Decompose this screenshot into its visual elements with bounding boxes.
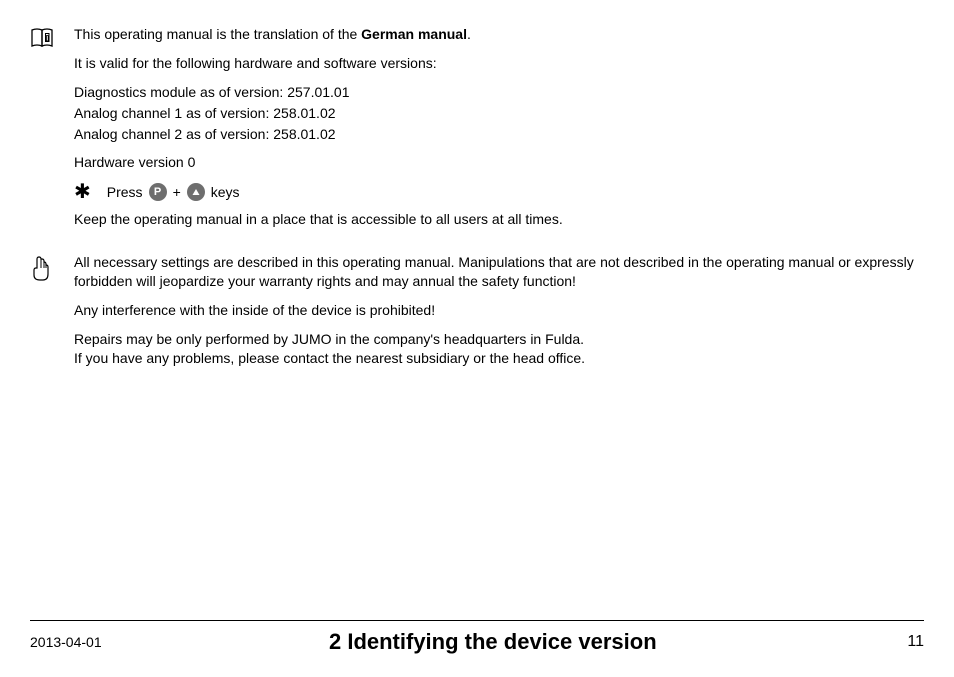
asterisk-icon: ✱ <box>74 182 91 202</box>
info-section: This operating manual is the translation… <box>30 25 924 239</box>
page-footer: 2013-04-01 2 Identifying the device vers… <box>30 620 924 657</box>
footer-date: 2013-04-01 <box>30 633 102 652</box>
up-key-icon <box>187 183 205 201</box>
page-body: This operating manual is the translation… <box>0 0 954 378</box>
interference-warning: Any interference with the inside of the … <box>74 301 924 320</box>
book-info-icon <box>30 25 74 49</box>
text: . <box>467 26 471 42</box>
info-content: This operating manual is the translation… <box>74 25 924 239</box>
press-keys-line: ✱ Press P + keys <box>74 182 924 202</box>
text: This operating manual is the translation… <box>74 26 361 42</box>
repairs-line1: Repairs may be only performed by JUMO in… <box>74 330 924 349</box>
validity-note: It is valid for the following hardware a… <box>74 54 924 73</box>
footer-title: 2 Identifying the device version <box>329 629 657 654</box>
plus-sign: + <box>173 183 181 202</box>
p-key-icon: P <box>149 183 167 201</box>
diag-version: Diagnostics module as of version: 257.01… <box>74 83 924 102</box>
translation-note: This operating manual is the translation… <box>74 25 924 44</box>
footer-page-number: 11 <box>884 631 924 653</box>
repairs-line2: If you have any problems, please contact… <box>74 349 924 368</box>
repairs-note: Repairs may be only performed by JUMO in… <box>74 330 924 368</box>
warning-section: All necessary settings are described in … <box>30 253 924 377</box>
hand-point-icon <box>30 253 74 283</box>
footer-line: 2013-04-01 2 Identifying the device vers… <box>30 620 924 657</box>
hardware-version: Hardware version 0 <box>74 153 924 172</box>
keys-label: keys <box>211 183 240 202</box>
warning-content: All necessary settings are described in … <box>74 253 924 377</box>
german-manual-bold: German manual <box>361 26 467 42</box>
keep-manual-note: Keep the operating manual in a place tha… <box>74 210 924 229</box>
analog2-version: Analog channel 2 as of version: 258.01.0… <box>74 125 924 144</box>
press-label: Press <box>107 183 143 202</box>
analog1-version: Analog channel 1 as of version: 258.01.0… <box>74 104 924 123</box>
warranty-warning: All necessary settings are described in … <box>74 253 924 291</box>
